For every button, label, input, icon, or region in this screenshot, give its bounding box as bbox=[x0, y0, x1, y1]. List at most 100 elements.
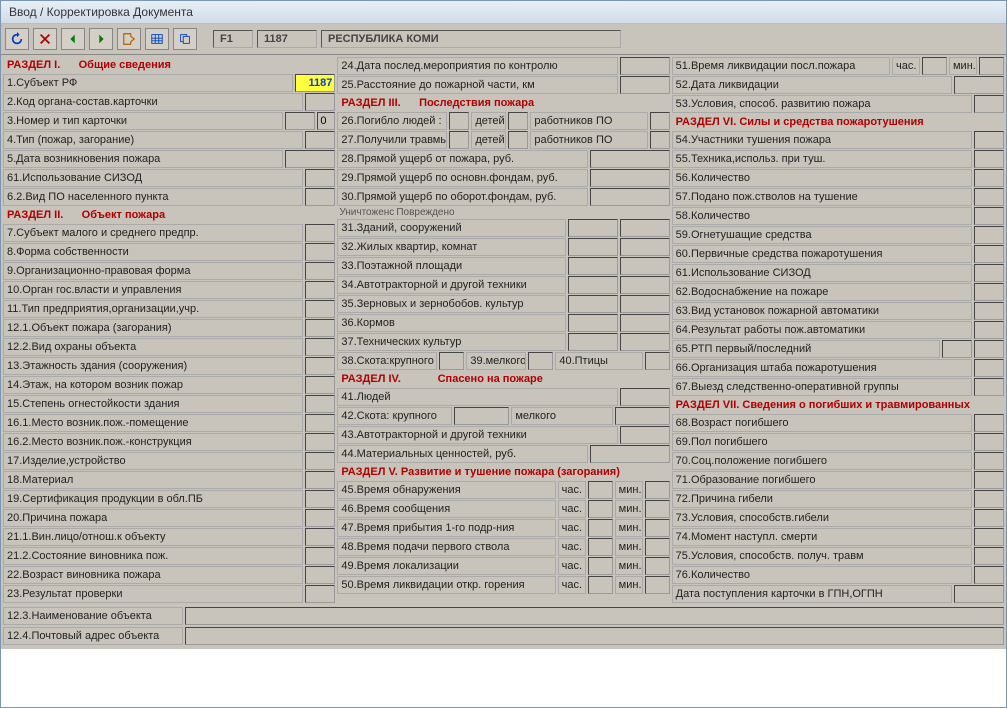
input-30[interactable] bbox=[590, 188, 670, 206]
input-162[interactable] bbox=[305, 433, 335, 451]
input-2[interactable] bbox=[305, 93, 335, 111]
input-26b[interactable] bbox=[650, 112, 670, 130]
input-4[interactable] bbox=[305, 131, 335, 149]
input-14[interactable] bbox=[305, 376, 335, 394]
input-27b[interactable] bbox=[650, 131, 670, 149]
input-47m[interactable] bbox=[645, 519, 670, 537]
prev-button[interactable] bbox=[61, 28, 85, 50]
input-75[interactable] bbox=[974, 547, 1004, 565]
input-53[interactable] bbox=[974, 95, 1004, 113]
input-50m[interactable] bbox=[645, 576, 670, 594]
input-13[interactable] bbox=[305, 357, 335, 375]
input-60[interactable] bbox=[974, 245, 1004, 263]
input-62f[interactable] bbox=[974, 283, 1004, 301]
next-button[interactable] bbox=[89, 28, 113, 50]
input-8[interactable] bbox=[305, 243, 335, 261]
input-34b[interactable] bbox=[620, 276, 670, 294]
input-45m[interactable] bbox=[645, 481, 670, 499]
input-23[interactable] bbox=[305, 585, 335, 603]
input-62[interactable] bbox=[305, 188, 335, 206]
input-72[interactable] bbox=[974, 490, 1004, 508]
input-44[interactable] bbox=[590, 445, 670, 463]
input-49h[interactable] bbox=[588, 557, 613, 575]
input-121[interactable] bbox=[305, 319, 335, 337]
input-26[interactable] bbox=[449, 112, 469, 130]
input-47h[interactable] bbox=[588, 519, 613, 537]
input-date-gpn[interactable] bbox=[954, 585, 1004, 603]
input-17[interactable] bbox=[305, 452, 335, 470]
input-36a[interactable] bbox=[568, 314, 618, 332]
input-74[interactable] bbox=[974, 528, 1004, 546]
input-32b[interactable] bbox=[620, 238, 670, 256]
input-9[interactable] bbox=[305, 262, 335, 280]
input-56[interactable] bbox=[974, 169, 1004, 187]
input-22[interactable] bbox=[305, 566, 335, 584]
input-68[interactable] bbox=[974, 414, 1004, 432]
input-65a[interactable] bbox=[942, 340, 972, 358]
input-5[interactable] bbox=[285, 150, 335, 168]
input-24[interactable] bbox=[620, 57, 670, 75]
input-45h[interactable] bbox=[588, 481, 613, 499]
close-button[interactable] bbox=[33, 28, 57, 50]
input-3a[interactable] bbox=[285, 112, 315, 130]
input-19[interactable] bbox=[305, 490, 335, 508]
input-27[interactable] bbox=[449, 131, 469, 149]
input-41[interactable] bbox=[620, 388, 670, 406]
input-48m[interactable] bbox=[645, 538, 670, 556]
input-11[interactable] bbox=[305, 300, 335, 318]
input-35a[interactable] bbox=[568, 295, 618, 313]
copy-button[interactable] bbox=[173, 28, 197, 50]
input-50h[interactable] bbox=[588, 576, 613, 594]
input-42a[interactable] bbox=[454, 407, 509, 425]
input-26a[interactable] bbox=[508, 112, 528, 130]
input-65b[interactable] bbox=[974, 340, 1004, 358]
refresh-button[interactable] bbox=[5, 28, 29, 50]
export-button[interactable] bbox=[117, 28, 141, 50]
input-46h[interactable] bbox=[588, 500, 613, 518]
input-32a[interactable] bbox=[568, 238, 618, 256]
input-31b[interactable] bbox=[620, 219, 670, 237]
input-66[interactable] bbox=[974, 359, 1004, 377]
input-52[interactable] bbox=[954, 76, 1004, 94]
input-212[interactable] bbox=[305, 547, 335, 565]
input-69[interactable] bbox=[974, 433, 1004, 451]
input-31a[interactable] bbox=[568, 219, 618, 237]
input-46m[interactable] bbox=[645, 500, 670, 518]
input-34a[interactable] bbox=[568, 276, 618, 294]
input-67[interactable] bbox=[974, 378, 1004, 396]
input-55[interactable] bbox=[974, 150, 1004, 168]
input-37a[interactable] bbox=[568, 333, 618, 351]
input-76[interactable] bbox=[974, 566, 1004, 584]
input-71[interactable] bbox=[974, 471, 1004, 489]
input-27a[interactable] bbox=[508, 131, 528, 149]
input-73[interactable] bbox=[974, 509, 1004, 527]
input-61[interactable] bbox=[305, 169, 335, 187]
input-35b[interactable] bbox=[620, 295, 670, 313]
input-122[interactable] bbox=[305, 338, 335, 356]
input-10[interactable] bbox=[305, 281, 335, 299]
input-54[interactable] bbox=[974, 131, 1004, 149]
input-3b[interactable] bbox=[317, 112, 335, 130]
input-70[interactable] bbox=[974, 452, 1004, 470]
input-7[interactable] bbox=[305, 224, 335, 242]
input-28[interactable] bbox=[590, 150, 670, 168]
input-48h[interactable] bbox=[588, 538, 613, 556]
input-59[interactable] bbox=[974, 226, 1004, 244]
input-42b[interactable] bbox=[615, 407, 670, 425]
input-51m[interactable] bbox=[979, 57, 1004, 75]
input-38[interactable] bbox=[439, 352, 464, 370]
input-37b[interactable] bbox=[620, 333, 670, 351]
input-123[interactable] bbox=[185, 607, 1004, 625]
input-57[interactable] bbox=[974, 188, 1004, 206]
input-61f[interactable] bbox=[974, 264, 1004, 282]
input-40[interactable] bbox=[645, 352, 670, 370]
input-64[interactable] bbox=[974, 321, 1004, 339]
grid-button[interactable] bbox=[145, 28, 169, 50]
input-25[interactable] bbox=[620, 76, 670, 94]
input-63[interactable] bbox=[974, 302, 1004, 320]
input-15[interactable] bbox=[305, 395, 335, 413]
input-39[interactable] bbox=[528, 352, 553, 370]
input-49m[interactable] bbox=[645, 557, 670, 575]
input-58[interactable] bbox=[974, 207, 1004, 225]
input-36b[interactable] bbox=[620, 314, 670, 332]
